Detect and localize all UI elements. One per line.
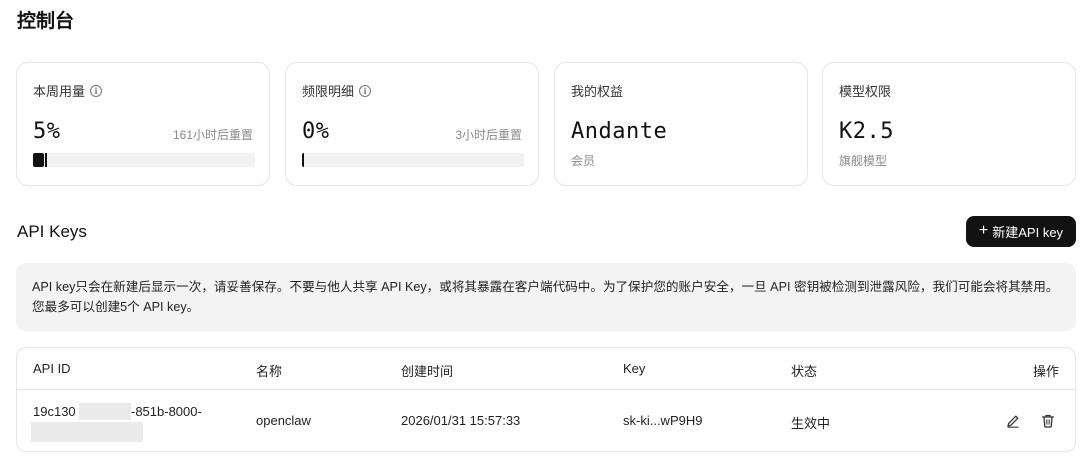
rate-limit-value: 0% — [302, 119, 330, 144]
stats-cards: 本周用量 i 5% 161小时后重置 频限明细 i 0% 3小时后重置 我的权益… — [16, 62, 1076, 186]
info-icon[interactable]: i — [90, 84, 103, 97]
card-label: 频限明细 — [302, 84, 355, 99]
new-api-key-button[interactable]: + 新建API key — [966, 216, 1076, 247]
status-badge: 生效中 — [791, 416, 831, 431]
card-rate-limit: 频限明细 i 0% 3小时后重置 — [285, 62, 539, 186]
redacted-block — [79, 403, 131, 420]
card-model-permission: 模型权限 K2.5 旗舰模型 — [822, 62, 1076, 186]
card-membership: 我的权益 Andante 会员 — [554, 62, 808, 186]
key-value: sk-ki...wP9H9 — [623, 413, 703, 428]
plus-icon: + — [978, 222, 989, 239]
api-id-start: 19c130 — [33, 404, 76, 419]
membership-value: Andante — [571, 119, 668, 144]
table-header: API ID 名称 创建时间 Key 状态 操作 — [17, 348, 1075, 390]
membership-sub: 会员 — [571, 154, 596, 168]
model-sub: 旗舰模型 — [839, 154, 888, 168]
api-keys-title: API Keys — [17, 222, 87, 241]
progress-marker — [302, 153, 304, 167]
card-weekly-usage: 本周用量 i 5% 161小时后重置 — [16, 62, 270, 186]
api-keys-table: API ID 名称 创建时间 Key 状态 操作 19c130 -851b-80… — [16, 347, 1076, 452]
edit-icon[interactable] — [1005, 413, 1021, 429]
reset-time: 161小时后重置 — [172, 128, 253, 142]
card-label: 模型权限 — [839, 84, 892, 99]
model-value: K2.5 — [839, 119, 894, 144]
redacted-block — [31, 422, 143, 442]
card-label: 我的权益 — [571, 84, 624, 99]
reset-time: 3小时后重置 — [455, 128, 522, 142]
new-api-key-label: 新建API key — [992, 225, 1064, 240]
column-header-key: Key — [623, 361, 646, 376]
column-header-actions: 操作 — [1032, 364, 1059, 379]
api-id-middle: -851b-8000- — [131, 404, 202, 419]
card-label: 本周用量 — [33, 84, 86, 99]
key-name: openclaw — [256, 413, 311, 428]
column-header-api-id: API ID — [33, 361, 71, 376]
usage-progress-bar — [33, 153, 255, 167]
column-header-status: 状态 — [791, 364, 818, 379]
column-header-name: 名称 — [256, 364, 283, 379]
column-header-created: 创建时间 — [401, 364, 454, 379]
progress-fill — [33, 153, 45, 167]
rate-limit-progress-bar — [302, 153, 524, 167]
trash-icon[interactable] — [1040, 413, 1056, 429]
created-time: 2026/01/31 15:57:33 — [401, 413, 521, 428]
info-icon[interactable]: i — [359, 84, 372, 97]
progress-marker — [45, 153, 48, 167]
usage-value: 5% — [33, 119, 61, 144]
page-title: 控制台 — [17, 11, 75, 32]
api-key-notice: API key只会在新建后显示一次，请妥善保存。不要与他人共享 API Key，… — [16, 263, 1076, 331]
